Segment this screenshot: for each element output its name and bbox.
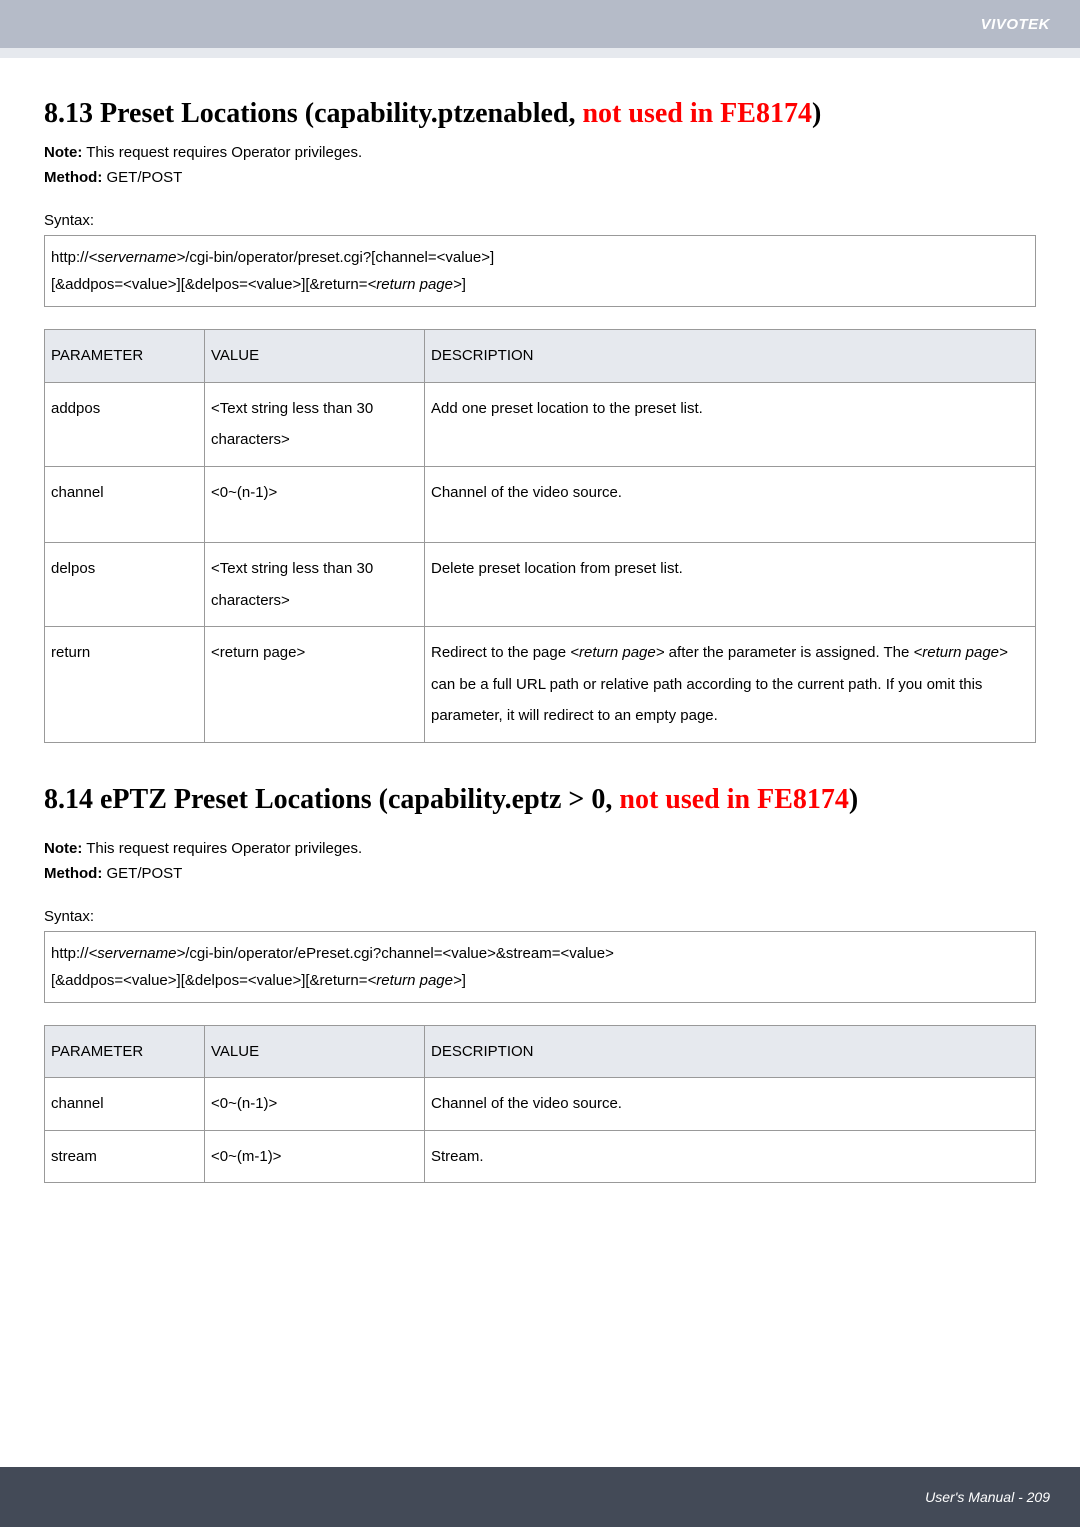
desc-text: Redirect to the page (431, 644, 570, 661)
cell-param: stream (45, 1130, 205, 1183)
param-table-814: PARAMETER VALUE DESCRIPTION channel <0~(… (44, 1025, 1036, 1184)
th-description: DESCRIPTION (425, 1025, 1036, 1078)
th-parameter: PARAMETER (45, 330, 205, 383)
syntax-text: http:// (51, 945, 89, 962)
cell-value: <Text string less than 30 characters> (205, 382, 425, 466)
syntax-line-1: http://<servername>/cgi-bin/operator/ePr… (51, 940, 1029, 967)
syntax-italic: <servername> (89, 249, 186, 266)
desc-text: can be a full URL path or relative path … (431, 676, 982, 725)
syntax-italic: <return page> (368, 276, 462, 293)
method-text: GET/POST (102, 865, 182, 882)
syntax-text: /cgi-bin/operator/preset.cgi?[channel=<v… (185, 249, 494, 266)
cell-value: <0~(n-1)> (205, 1078, 425, 1131)
cell-value: <0~(n-1)> (205, 466, 425, 543)
header-separator (0, 48, 1080, 58)
desc-text: after the parameter is assigned. The (665, 644, 914, 661)
desc-italic: <return page> (570, 644, 664, 661)
table-row: stream <0~(m-1)> Stream. (45, 1130, 1036, 1183)
th-value: VALUE (205, 1025, 425, 1078)
cell-desc: Channel of the video source. (425, 466, 1036, 543)
syntax-label: Syntax: (44, 212, 1036, 229)
param-table-813: PARAMETER VALUE DESCRIPTION addpos <Text… (44, 329, 1036, 743)
header-bar: VIVOTEK (0, 0, 1080, 48)
table-header-row: PARAMETER VALUE DESCRIPTION (45, 330, 1036, 383)
heading-prefix: 8.14 ePTZ Preset Locations (capability.e… (44, 784, 619, 815)
note-line: Note: This request requires Operator pri… (44, 840, 1036, 857)
note-label: Note: (44, 144, 82, 161)
syntax-line-2: [&addpos=<value>][&delpos=<value>][&retu… (51, 967, 1029, 994)
table-row: channel <0~(n-1)> Channel of the video s… (45, 1078, 1036, 1131)
method-line: Method: GET/POST (44, 865, 1036, 882)
cell-param: channel (45, 466, 205, 543)
table-row: addpos <Text string less than 30 charact… (45, 382, 1036, 466)
note-line: Note: This request requires Operator pri… (44, 144, 1036, 161)
method-line: Method: GET/POST (44, 169, 1036, 186)
th-parameter: PARAMETER (45, 1025, 205, 1078)
cell-param: channel (45, 1078, 205, 1131)
cell-value: <Text string less than 30 characters> (205, 543, 425, 627)
syntax-text: http:// (51, 249, 89, 266)
table-row: return <return page> Redirect to the pag… (45, 627, 1036, 743)
syntax-italic: <servername> (89, 945, 186, 962)
method-label: Method: (44, 169, 102, 186)
syntax-text: ] (462, 972, 466, 989)
cell-param: delpos (45, 543, 205, 627)
page-content: 8.13 Preset Locations (capability.ptzena… (0, 58, 1080, 1183)
syntax-label: Syntax: (44, 908, 1036, 925)
heading-suffix: ) (812, 98, 821, 129)
section-heading-814: 8.14 ePTZ Preset Locations (capability.e… (44, 773, 1036, 826)
th-value: VALUE (205, 330, 425, 383)
method-label: Method: (44, 865, 102, 882)
table-header-row: PARAMETER VALUE DESCRIPTION (45, 1025, 1036, 1078)
cell-param: addpos (45, 382, 205, 466)
desc-italic: <return page> (914, 644, 1008, 661)
note-text: This request requires Operator privilege… (82, 840, 362, 857)
th-description: DESCRIPTION (425, 330, 1036, 383)
cell-value: <0~(m-1)> (205, 1130, 425, 1183)
note-label: Note: (44, 840, 82, 857)
syntax-box-814: http://<servername>/cgi-bin/operator/ePr… (44, 931, 1036, 1003)
note-text: This request requires Operator privilege… (82, 144, 362, 161)
heading-red: not used in FE8174 (582, 98, 812, 129)
method-text: GET/POST (102, 169, 182, 186)
section-heading-813: 8.13 Preset Locations (capability.ptzena… (44, 98, 1036, 130)
syntax-line-1: http://<servername>/cgi-bin/operator/pre… (51, 244, 1029, 271)
cell-desc: Stream. (425, 1130, 1036, 1183)
syntax-box-813: http://<servername>/cgi-bin/operator/pre… (44, 235, 1036, 307)
brand-label: VIVOTEK (981, 16, 1050, 33)
syntax-text: /cgi-bin/operator/ePreset.cgi?channel=<v… (185, 945, 614, 962)
cell-param: return (45, 627, 205, 743)
footer-text: User's Manual - 209 (925, 1489, 1050, 1505)
syntax-text: [&addpos=<value>][&delpos=<value>][&retu… (51, 972, 368, 989)
heading-suffix: ) (849, 784, 858, 815)
cell-desc: Channel of the video source. (425, 1078, 1036, 1131)
heading-prefix: 8.13 Preset Locations (capability.ptzena… (44, 98, 582, 129)
syntax-text: ] (462, 276, 466, 293)
cell-value: <return page> (205, 627, 425, 743)
syntax-italic: <return page> (368, 972, 462, 989)
footer-bar: User's Manual - 209 (0, 1467, 1080, 1527)
cell-desc: Redirect to the page <return page> after… (425, 627, 1036, 743)
heading-red: not used in FE8174 (619, 784, 849, 815)
table-row: channel <0~(n-1)> Channel of the video s… (45, 466, 1036, 543)
syntax-line-2: [&addpos=<value>][&delpos=<value>][&retu… (51, 271, 1029, 298)
table-row: delpos <Text string less than 30 charact… (45, 543, 1036, 627)
syntax-text: [&addpos=<value>][&delpos=<value>][&retu… (51, 276, 368, 293)
cell-desc: Delete preset location from preset list. (425, 543, 1036, 627)
cell-desc: Add one preset location to the preset li… (425, 382, 1036, 466)
